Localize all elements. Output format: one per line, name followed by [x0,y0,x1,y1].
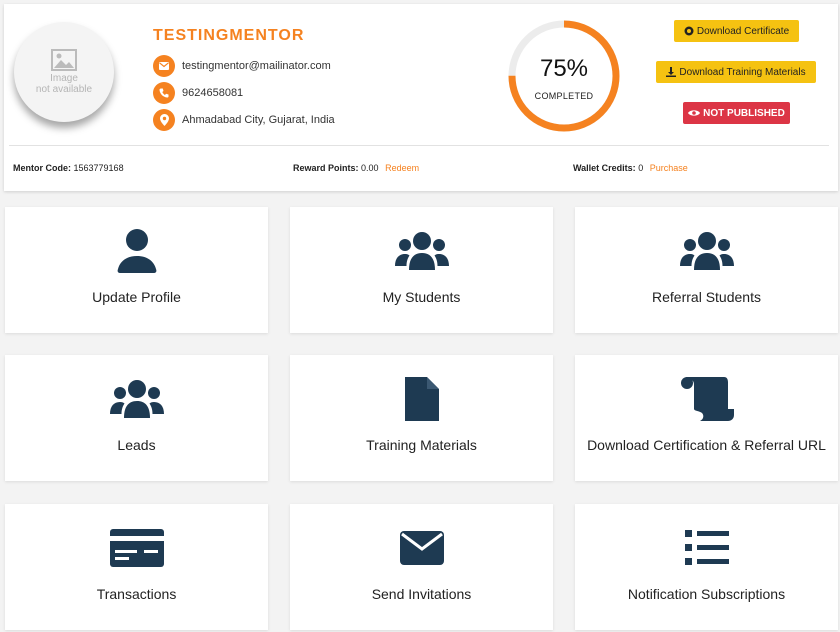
users-icon [109,380,164,418]
tile-label: Notification Subscriptions [627,586,786,602]
divider [9,145,829,146]
purchase-link[interactable]: Purchase [650,163,688,173]
file-icon [404,377,439,421]
profile-card: Image not available TESTINGMENTOR testin… [4,4,838,191]
tile-download-certification[interactable]: Download Certification & Referral URL [575,355,838,481]
mentor-code-label: Mentor Code: [13,163,71,173]
image-placeholder-icon [51,49,77,71]
wallet-credits-label: Wallet Credits: [573,163,636,173]
tile-update-profile[interactable]: Update Profile [5,207,268,333]
envelope-icon [153,55,175,77]
user-icon [117,229,156,273]
download-training-materials-label: Download Training Materials [679,66,806,78]
tile-send-invitations[interactable]: Send Invitations [290,504,553,630]
redeem-link[interactable]: Redeem [385,163,419,173]
tile-transactions[interactable]: Transactions [5,504,268,630]
tile-label: Download Certification & Referral URL [587,437,826,453]
tile-my-students[interactable]: My Students [290,207,553,333]
download-icon [666,67,677,77]
download-training-materials-button[interactable]: Download Training Materials [656,61,816,83]
tile-training-materials[interactable]: Training Materials [290,355,553,481]
location-text: Ahmadabad City, Gujarat, India [182,114,335,126]
tile-label: Training Materials [366,437,477,453]
mentor-code-stat: Mentor Code: 1563779168 [13,163,124,173]
reward-points-stat: Reward Points: 0.00 Redeem [293,163,419,173]
scroll-icon [680,377,734,421]
users-icon [679,232,734,270]
users-icon [394,232,449,270]
location-row: Ahmadabad City, Gujarat, India [153,109,335,131]
eye-icon [688,110,701,116]
envelope-icon [399,531,444,565]
tile-label: Send Invitations [371,586,472,602]
profile-completion-ring: 75% COMPLETED [507,19,621,133]
credit-card-icon [109,529,164,567]
mentor-name: TESTINGMENTOR [153,27,305,44]
completion-percent: 75% [539,55,589,82]
map-marker-icon [153,109,175,131]
phone-row: 9624658081 [153,82,243,104]
completion-label: COMPLETED [534,91,594,101]
download-certificate-label: Download Certificate [696,25,790,37]
list-icon [684,530,729,565]
reward-points-value: 0.00 [361,163,379,173]
reward-points-label: Reward Points: [293,163,359,173]
email-text: testingmentor@mailinator.com [182,60,331,72]
wallet-credits-value: 0 [638,163,644,173]
wallet-credits-stat: Wallet Credits: 0 Purchase [573,163,688,173]
tile-notification-subscriptions[interactable]: Notification Subscriptions [575,504,838,630]
tile-label: Transactions [96,586,177,602]
tile-label: Referral Students [652,289,761,305]
not-published-badge: NOT PUBLISHED [683,102,790,124]
avatar: Image not available [14,22,114,122]
phone-text: 9624658081 [182,87,244,99]
mentor-code-value: 1563779168 [73,163,124,173]
tile-label: My Students [382,289,461,305]
tile-leads[interactable]: Leads [5,355,268,481]
not-published-label: NOT PUBLISHED [703,107,785,119]
download-certificate-button[interactable]: Download Certificate [674,20,799,42]
email-row: testingmentor@mailinator.com [153,55,331,77]
tile-referral-students[interactable]: Referral Students [575,207,838,333]
tile-label: Update Profile [92,289,181,305]
avatar-text-line1: Image [50,73,78,84]
tile-label: Leads [117,437,156,453]
avatar-text-line2: not available [35,84,93,95]
phone-icon [153,82,175,104]
certificate-icon [684,26,694,36]
